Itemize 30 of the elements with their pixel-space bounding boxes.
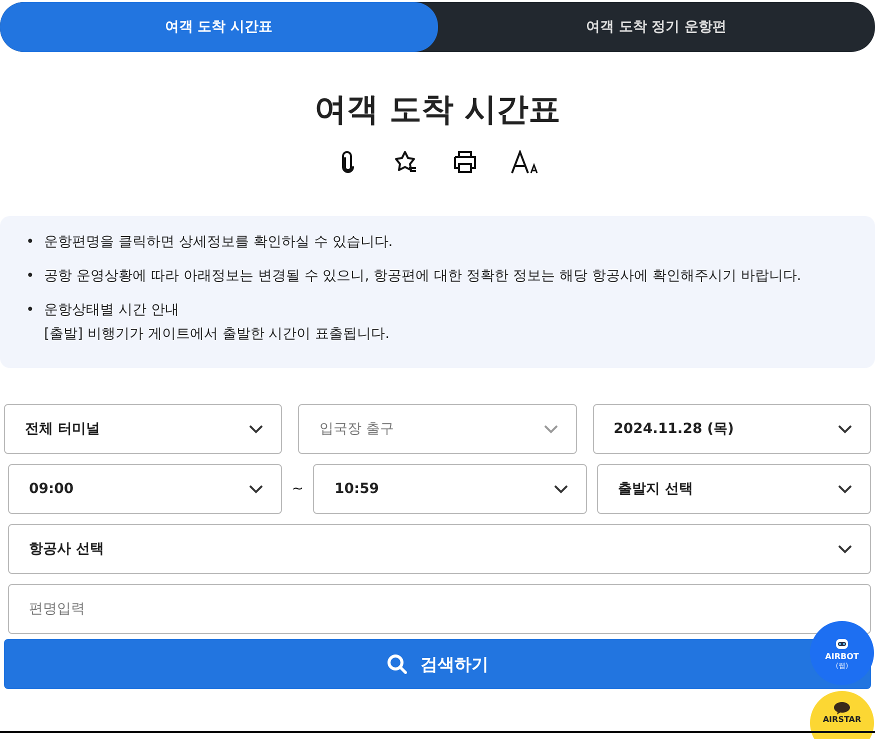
chevron-down-icon xyxy=(838,484,852,494)
dropdown[interactable]: 2024.11.28 (목) xyxy=(592,404,871,454)
chevron-down-icon xyxy=(838,424,852,434)
flight-number-field[interactable]: 편명입력 xyxy=(8,584,871,634)
bullet: • xyxy=(26,301,34,320)
page-title: 여객 도착 시간표 xyxy=(313,89,562,130)
search-icon xyxy=(386,654,406,674)
bullet: • xyxy=(26,267,34,286)
chevron-down-icon xyxy=(248,484,263,494)
chevron-down-icon xyxy=(249,424,264,434)
chevron-down-icon xyxy=(838,544,852,554)
dropdown[interactable]: 10:59 xyxy=(313,464,588,514)
font-size-icon[interactable] xyxy=(510,150,540,174)
dropdown[interactable]: 항공사 선택 xyxy=(8,524,871,574)
bullet: • xyxy=(26,233,34,252)
speech-bubble-icon xyxy=(833,701,851,715)
notice-text: 운항상태별 시간 안내 xyxy=(44,301,180,320)
notice-text: 운항편명을 클릭하면 상세정보를 확인하실 수 있습니다. xyxy=(44,233,394,252)
chevron-down-icon xyxy=(554,484,568,494)
chevron-down-icon xyxy=(544,424,558,434)
tab[interactable]: 여객 도착 시간표 xyxy=(0,2,438,52)
dropdown[interactable]: 전체 터미널 xyxy=(4,404,282,454)
notice-text: 공항 운영상황에 따라 아래정보는 변경될 수 있으니, 항공편에 대한 정확한 정보는 해당 항공사에 확인해주시기 바랍니다. xyxy=(44,267,802,286)
dropdown[interactable]: 09:00 xyxy=(8,464,282,514)
talk-button[interactable]: AIRSTAR xyxy=(810,691,874,739)
dropdown[interactable]: 출발지 선택 xyxy=(597,464,871,514)
print-icon[interactable] xyxy=(452,150,478,174)
notice-text: [출발] 비행기가 게이트에서 출발한 시간이 표출됩니다. xyxy=(44,325,391,344)
range-separator: ~ xyxy=(292,481,304,497)
tab[interactable]: 여객 도착 정기 운항편 xyxy=(438,2,875,52)
